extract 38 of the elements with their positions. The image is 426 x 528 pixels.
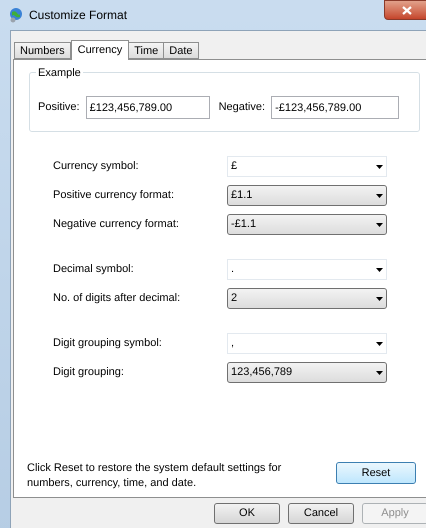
dropdown-field[interactable]: 2 <box>227 288 387 309</box>
dropdown-field[interactable]: £ <box>227 156 387 177</box>
dropdown-field[interactable]: £1.1 <box>227 185 387 206</box>
reset-note: Click Reset to restore the system default settings for numbers, currency, time, and date. <box>27 461 282 491</box>
dropdown-arrow-icon <box>376 194 383 198</box>
window-title: Customize Format <box>29 7 128 24</box>
setting-label: No. of digits after decimal: <box>53 291 182 306</box>
dialog-button[interactable]: Cancel <box>288 502 354 524</box>
tab[interactable]: Currency <box>70 40 130 60</box>
group-title: Example <box>36 65 83 82</box>
tab[interactable]: Numbers <box>14 42 71 59</box>
dropdown-field[interactable]: , <box>227 333 387 354</box>
dropdown-field[interactable]: 123,456,789 <box>227 362 387 383</box>
close-button[interactable] <box>384 0 426 20</box>
setting-label: Currency symbol: <box>53 159 140 174</box>
dropdown-arrow-icon <box>376 268 383 272</box>
dropdown-arrow-icon <box>376 342 383 346</box>
setting-label: Digit grouping: <box>53 365 125 380</box>
dropdown-arrow-icon <box>376 164 383 168</box>
close-icon <box>402 6 412 14</box>
dropdown-arrow-icon <box>376 296 383 300</box>
setting-label: Decimal symbol: <box>53 262 135 278</box>
setting-label: Digit grouping symbol: <box>53 336 163 352</box>
field-label: Positive: <box>38 100 80 115</box>
dialog-button[interactable]: OK <box>214 502 280 524</box>
setting-label: Negative currency format: <box>53 217 180 232</box>
field-label: Negative: <box>218 100 266 115</box>
positive-example-field[interactable]: £123,456,789.00 <box>86 96 210 118</box>
negative-example-field[interactable]: -£123,456,789.00 <box>271 96 400 118</box>
dropdown-field[interactable]: . <box>227 259 387 280</box>
dropdown-field[interactable]: -£1.1 <box>227 214 387 235</box>
globe-icon <box>8 7 24 23</box>
setting-label: Positive currency format: <box>53 188 176 204</box>
reset-button[interactable]: Reset <box>336 462 416 484</box>
dropdown-arrow-icon <box>376 222 383 226</box>
tab[interactable]: Time <box>128 42 164 59</box>
dropdown-arrow-icon <box>376 370 383 374</box>
tab[interactable]: Date <box>163 42 199 59</box>
